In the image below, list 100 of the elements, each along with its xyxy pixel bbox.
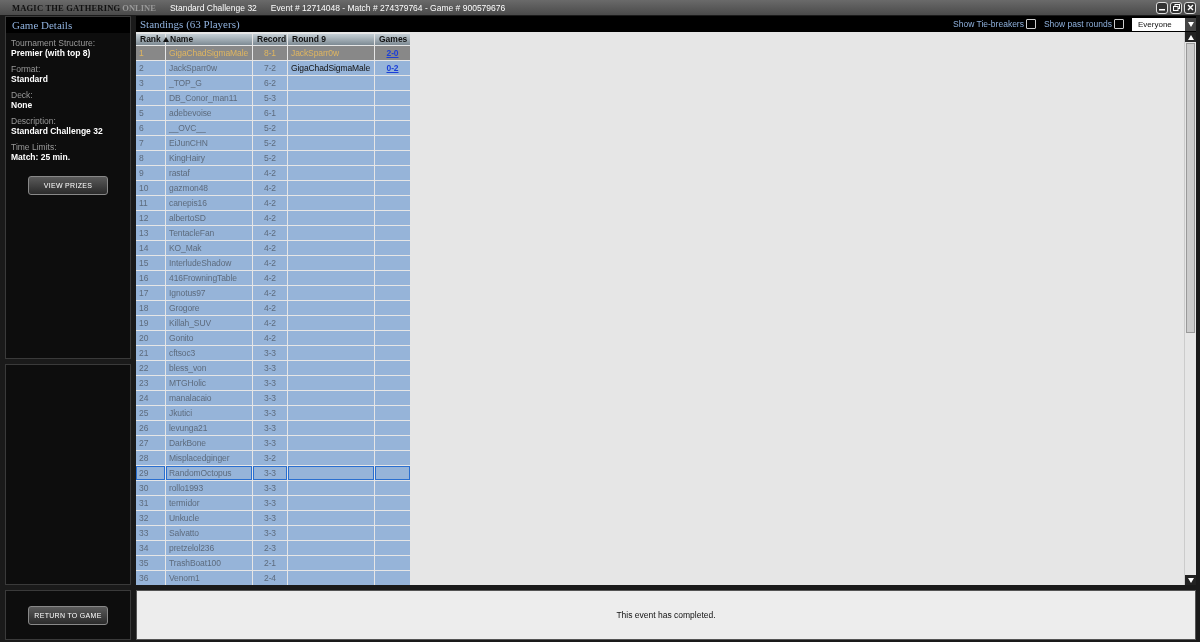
rank-cell: 2 <box>136 61 165 75</box>
opponent-name: GigaChadSigmaMale <box>291 63 371 73</box>
record-cell: 8-1 <box>253 46 287 60</box>
app-logo-suffix: ONLINE <box>122 2 156 13</box>
filter-dropdown[interactable]: Everyone <box>1132 17 1196 31</box>
column-header[interactable]: Round 9 <box>288 34 374 45</box>
name-cell: DarkBone <box>166 436 252 450</box>
name-cell: GigaChadSigmaMale <box>166 46 252 60</box>
field-value: Standard Challenge 32 <box>11 126 104 136</box>
record-cell: 4-2 <box>253 286 287 300</box>
column-header[interactable]: Games <box>375 34 410 45</box>
field-label: Description: <box>11 116 57 126</box>
name-cell: Misplacedginger <box>166 451 252 465</box>
field-label: Time Limits: <box>11 142 58 152</box>
rank-cell: 26 <box>136 421 165 435</box>
name-cell: Jkutici <box>166 406 252 420</box>
record-cell: 7-2 <box>253 61 287 75</box>
record-cell: 3-3 <box>253 346 287 360</box>
name-cell: adebevoise <box>166 106 252 120</box>
option-label[interactable]: Show past rounds <box>1043 19 1112 29</box>
rank-cell: 15 <box>136 256 165 270</box>
record-cell: 4-2 <box>253 331 287 345</box>
scroll-down-icon <box>1187 577 1194 583</box>
rank-cell: 27 <box>136 436 165 450</box>
field-value: Match: 25 min. <box>11 152 72 162</box>
rank-cell: 9 <box>136 166 165 180</box>
name-cell: termidor <box>166 496 252 510</box>
rank-cell: 10 <box>136 181 165 195</box>
record-cell: 3-3 <box>253 511 287 525</box>
record-cell: 3-3 <box>253 526 287 540</box>
record-cell: 3-3 <box>253 391 287 405</box>
column-header[interactable]: Name <box>166 34 252 45</box>
rank-cell: 16 <box>136 271 165 285</box>
record-cell: 2-4 <box>253 571 287 585</box>
rank-cell: 5 <box>136 106 165 120</box>
name-cell: KO_Mak <box>166 241 252 255</box>
name-cell: TrashBoat100 <box>166 556 252 570</box>
event-ids: Event # 12714048 - Match # 274379764 - Game # 900579676 <box>270 2 506 13</box>
panel-title: Game Details <box>6 17 130 33</box>
name-cell: albertoSD <box>166 211 252 225</box>
rank-cell: 4 <box>136 91 165 105</box>
column-header[interactable]: Record <box>253 34 287 45</box>
name-cell: levunga21 <box>166 421 252 435</box>
name-cell: cftsoc3 <box>166 346 252 360</box>
rank-cell: 32 <box>136 511 165 525</box>
rank-cell: 30 <box>136 481 165 495</box>
restore-button[interactable] <box>1170 1 1182 14</box>
field-value: Standard <box>11 74 49 84</box>
record-cell: 3-3 <box>253 376 287 390</box>
record-cell: 4-2 <box>253 301 287 315</box>
rank-cell: 14 <box>136 241 165 255</box>
record-cell: 5-2 <box>253 136 287 150</box>
rank-cell: 6 <box>136 121 165 135</box>
rank-cell: 29 <box>136 466 165 480</box>
record-cell: 4-2 <box>253 256 287 270</box>
rank-cell: 17 <box>136 286 165 300</box>
close-icon <box>1186 4 1194 11</box>
minimize-button[interactable] <box>1156 1 1168 14</box>
name-cell: Venom1 <box>166 571 252 585</box>
rank-cell: 1 <box>136 46 165 60</box>
name-cell: TentacleFan <box>166 226 252 240</box>
name-cell: Salvatto <box>166 526 252 540</box>
caret-icon <box>1187 21 1194 27</box>
record-cell: 4-2 <box>253 316 287 330</box>
name-cell: pretzelol236 <box>166 541 252 555</box>
opponent-name: JackSparr0w <box>291 48 340 58</box>
record-cell: 5-3 <box>253 91 287 105</box>
record-cell: 3-2 <box>253 451 287 465</box>
field-value: Premier (with top 8) <box>11 48 92 58</box>
name-cell: rastaf <box>166 166 252 180</box>
close-button[interactable] <box>1184 1 1196 14</box>
rank-cell: 31 <box>136 496 165 510</box>
status-message: This event has completed. <box>616 610 716 620</box>
app-logo: MAGIC THE GATHERING <box>12 2 121 13</box>
record-cell: 3-3 <box>253 436 287 450</box>
rank-cell: 21 <box>136 346 165 360</box>
field-label: Format: <box>11 64 42 74</box>
name-cell: Grogore <box>166 301 252 315</box>
checkbox[interactable] <box>1025 19 1036 29</box>
rank-cell: 18 <box>136 301 165 315</box>
field-value: None <box>11 100 34 110</box>
sort-icon <box>163 37 170 42</box>
checkbox[interactable] <box>1114 19 1124 29</box>
name-cell: MTGHolic <box>166 376 252 390</box>
record-cell: 3-3 <box>253 481 287 495</box>
rank-cell: 8 <box>136 151 165 165</box>
record-cell: 4-2 <box>253 181 287 195</box>
rank-cell: 35 <box>136 556 165 570</box>
record-cell: 6-1 <box>253 106 287 120</box>
restore-icon <box>1172 4 1180 11</box>
field-label: Tournament Structure: <box>11 38 97 48</box>
event-name: Standard Challenge 32 <box>169 2 257 13</box>
option-label[interactable]: Show Tie-breakers <box>953 19 1024 29</box>
name-cell: EiJunCHN <box>166 136 252 150</box>
standings-title: Standings (63 Players) <box>140 18 240 30</box>
record-cell: 4-2 <box>253 271 287 285</box>
name-cell: bless_von <box>166 361 252 375</box>
rank-cell: 33 <box>136 526 165 540</box>
record-cell: 3-3 <box>253 361 287 375</box>
rank-cell: 7 <box>136 136 165 150</box>
